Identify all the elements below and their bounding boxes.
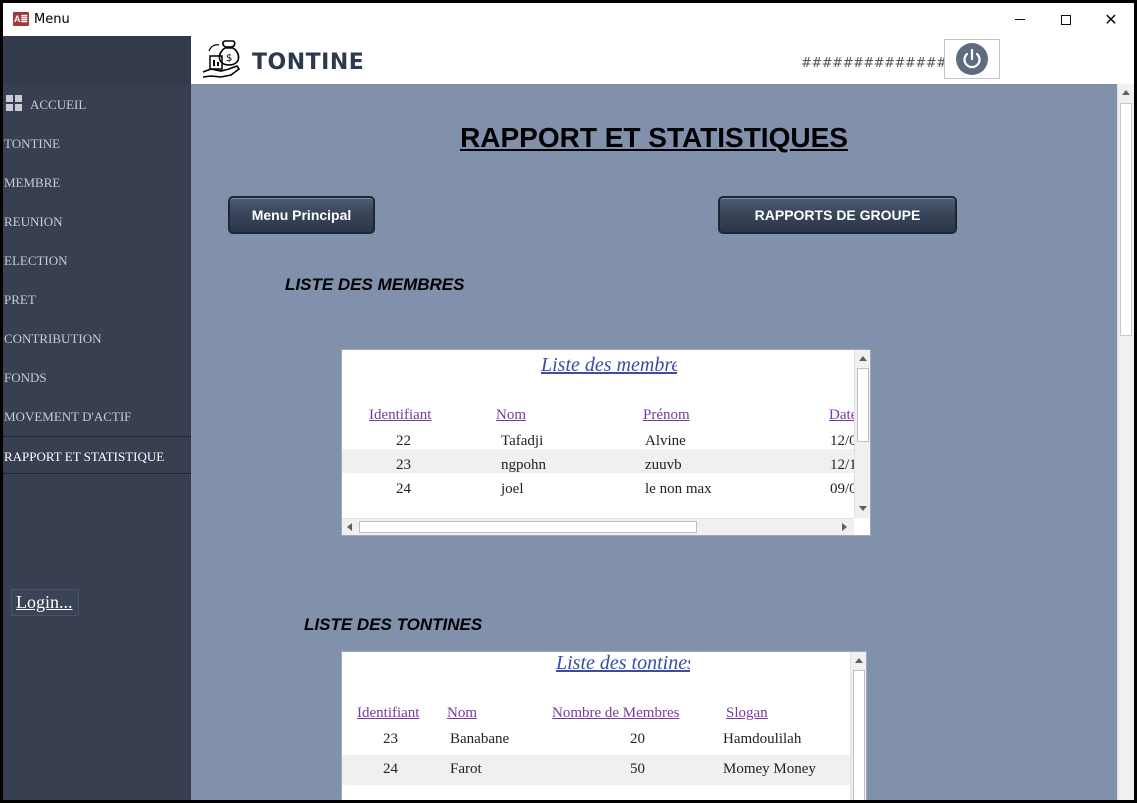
scroll-thumb[interactable]	[359, 521, 697, 533]
table-cell: Momey Money	[723, 761, 816, 777]
membres-horizontal-scrollbar[interactable]	[342, 518, 854, 535]
scroll-up-icon[interactable]	[855, 658, 863, 663]
scroll-up-icon[interactable]	[859, 356, 867, 361]
table-cell: 24	[396, 481, 411, 497]
window-title: Menu	[34, 12, 70, 27]
table-cell: Banabane	[450, 731, 510, 747]
table-cell: 20	[630, 731, 645, 747]
money-bag-logo-icon: $	[202, 40, 241, 78]
active-item-divider-bottom	[3, 473, 191, 474]
table-cell: 09/0	[830, 481, 855, 497]
table-cell: Farot	[450, 761, 482, 777]
maximize-icon	[1061, 14, 1071, 25]
app-window: A≣ Menu ✕ ACCUEIL TONTINE MEMBRE REUNION…	[3, 3, 1134, 800]
column-header: Nombre de Membres	[552, 705, 680, 721]
sidebar-item-movement-actif[interactable]: MOVEMENT D'ACTIF	[4, 409, 131, 429]
table-cell: joel	[501, 481, 524, 497]
membres-subform-title: Liste des membres	[541, 354, 677, 376]
sidebar-item-election[interactable]: ELECTION	[4, 253, 68, 273]
app-logo-text: TONTINE	[252, 50, 365, 75]
scroll-up-icon[interactable]	[1122, 90, 1130, 95]
sidebar: ACCUEIL TONTINE MEMBRE REUNION ELECTION …	[3, 36, 191, 800]
sidebar-item-reunion[interactable]: REUNION	[4, 214, 63, 234]
table-cell: 50	[630, 761, 645, 777]
scroll-thumb[interactable]	[857, 368, 869, 442]
table-cell: 24	[383, 761, 398, 777]
scroll-thumb[interactable]	[1120, 103, 1132, 336]
maximize-button[interactable]	[1043, 3, 1089, 36]
table-cell: 23	[383, 731, 398, 747]
sidebar-item-rapport-statistique[interactable]: RAPPORT ET STATISTIQUE	[4, 449, 164, 469]
sidebar-item-accueil[interactable]: ACCUEIL	[30, 97, 86, 117]
page-title: RAPPORT ET STATISTIQUES	[460, 122, 848, 153]
minimize-icon	[1015, 19, 1025, 20]
table-cell: ngpohn	[501, 457, 546, 473]
user-name-field: ################	[801, 56, 968, 71]
table-cell: le non max	[645, 481, 712, 497]
svg-text:$: $	[226, 53, 232, 64]
scroll-down-icon[interactable]	[859, 506, 867, 511]
tontines-section-label: LISTE DES TONTINES	[304, 615, 483, 634]
main-content: RAPPORT ET STATISTIQUES Menu Principal R…	[191, 84, 1117, 800]
table-cell: Hamdoulilah	[723, 731, 802, 747]
column-header: Nom	[447, 705, 477, 721]
sidebar-item-membre[interactable]: MEMBRE	[4, 175, 60, 195]
column-header: Date	[829, 407, 855, 423]
tontines-subform[interactable]: Liste des tontines Identifiant Nom Nombr…	[341, 651, 867, 800]
sidebar-item-fonds[interactable]: FONDS	[4, 370, 47, 390]
sidebar-item-pret[interactable]: PRET	[4, 292, 36, 312]
column-header: Nom	[496, 407, 526, 423]
membres-vertical-scrollbar[interactable]	[854, 350, 870, 518]
main-vertical-scrollbar[interactable]	[1117, 84, 1134, 800]
scroll-right-icon[interactable]	[842, 523, 847, 531]
table-cell: 12/1	[830, 457, 855, 473]
sidebar-item-tontine[interactable]: TONTINE	[4, 136, 60, 156]
logout-power-button[interactable]	[944, 39, 1000, 79]
active-item-divider-top	[3, 436, 191, 437]
table-row-alt-bg	[342, 449, 855, 473]
rapports-de-groupe-button[interactable]: RAPPORTS DE GROUPE	[718, 196, 957, 234]
title-bar: A≣ Menu ✕	[3, 3, 1134, 36]
table-cell: Alvine	[645, 433, 686, 449]
membres-section-label: LISTE DES MEMBRES	[285, 275, 465, 294]
close-button[interactable]: ✕	[1088, 3, 1134, 36]
header: $ TONTINE ################	[191, 36, 1134, 84]
tontines-vertical-scrollbar[interactable]	[850, 652, 866, 800]
column-header: Identifiant	[369, 407, 432, 423]
scroll-thumb[interactable]	[853, 670, 865, 800]
table-cell: 23	[396, 457, 411, 473]
table-cell: zuuvb	[645, 457, 682, 473]
table-cell: 22	[396, 433, 411, 449]
sidebar-header	[3, 36, 191, 84]
access-app-icon: A≣	[13, 12, 29, 26]
close-icon: ✕	[1104, 10, 1118, 29]
scroll-left-icon[interactable]	[347, 523, 352, 531]
column-header: Prénom	[643, 407, 690, 423]
sidebar-item-contribution[interactable]: CONTRIBUTION	[4, 331, 102, 351]
membres-subform[interactable]: Liste des membres Identifiant Nom Prénom…	[341, 349, 871, 536]
table-cell: 12/0	[830, 433, 855, 449]
menu-principal-button[interactable]: Menu Principal	[228, 196, 375, 234]
login-button[interactable]: Login...	[11, 589, 79, 616]
column-header: Slogan	[726, 705, 768, 721]
column-header: Identifiant	[357, 705, 420, 721]
table-cell: Tafadji	[501, 433, 544, 449]
tontines-subform-title: Liste des tontines	[556, 652, 690, 674]
minimize-button[interactable]	[997, 3, 1043, 36]
dashboard-icon	[6, 95, 23, 111]
power-icon	[956, 43, 988, 75]
